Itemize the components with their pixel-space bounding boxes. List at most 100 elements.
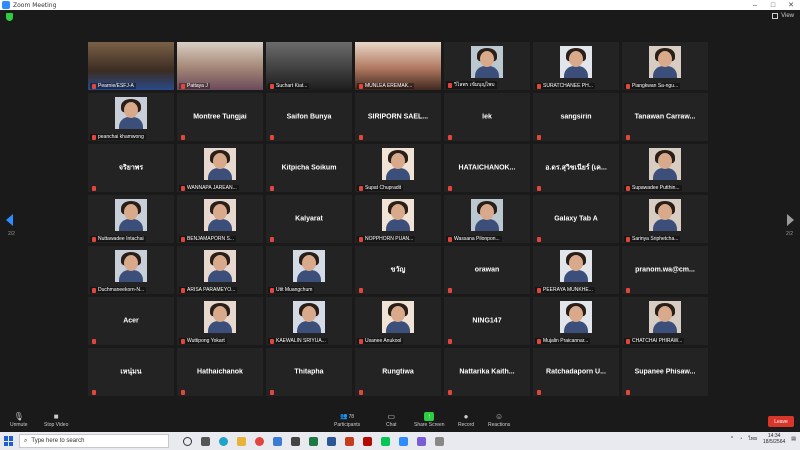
mail-icon[interactable] [273,436,282,446]
record-button[interactable]: ● Record [458,412,474,428]
participant-tile[interactable]: Thitapha [266,348,352,396]
participant-tile[interactable]: WANNAPA JAREAN... [177,144,263,192]
participant-tile[interactable]: peanchai khamwong [88,93,174,141]
participant-tile[interactable]: lek [444,93,530,141]
participant-tile[interactable]: อ.ดร.สุวิชเนียร์ (เค... [533,144,619,192]
participant-tile[interactable]: PEERAYA MUNKHE... [533,246,619,294]
participant-tile[interactable]: CHATCHAI PHIRAW... [622,297,708,345]
participant-name-label: NOPPHORN PUAN... [357,236,416,242]
participant-tile[interactable]: Tanawan Carraw... [622,93,708,141]
edge-icon[interactable] [219,436,228,446]
participant-tile[interactable]: Suchart Kiat... [266,42,352,90]
participant-tile[interactable]: KAEWALIN SRIYUA... [266,297,352,345]
participant-tile[interactable]: Rungtiwa [355,348,441,396]
participant-tile[interactable]: Sarinya Sriphetcha... [622,195,708,243]
participant-name: ARISA PARAMEYO... [187,287,236,293]
participant-tile[interactable]: NING147 [444,297,530,345]
participant-name-label: Mujalin Praicannar... [535,338,591,344]
participant-tile[interactable]: Acer [88,297,174,345]
file-explorer-icon[interactable] [237,436,246,446]
participant-name-label: CHATCHAI PHIRAW... [624,338,685,344]
notification-icon[interactable]: ▤ [791,436,796,442]
participant-tile[interactable]: วิไลพร เข้มบุญไพบ [444,42,530,90]
mic-muted-icon [626,338,630,344]
participant-tile[interactable]: MUNLEA EREMAK... [355,42,441,90]
taskbar-search-input[interactable]: ⌕ Type here to search [19,434,169,448]
task-view-icon[interactable] [183,436,192,446]
participant-tile[interactable]: จริยาพร [88,144,174,192]
participant-tile[interactable]: Mujalin Praicannar... [533,297,619,345]
participant-tile[interactable]: Piangkwan Sa-ngu... [622,42,708,90]
participant-tile[interactable]: Duchmaneekorn-N... [88,246,174,294]
participant-tile[interactable]: Supat Chupradit [355,144,441,192]
participant-tile[interactable]: Wassana Pilonpon... [444,195,530,243]
participant-tile[interactable]: Supawadee Putthin... [622,144,708,192]
participant-tile[interactable]: SIRIPORN SAEL... [355,93,441,141]
participant-tile[interactable]: Nuttawadee Intachai [88,195,174,243]
participant-tile[interactable]: Saifon Bunya [266,93,352,141]
participant-tile[interactable]: Supanee Phisaw... [622,348,708,396]
participant-tile[interactable]: Usanee Anukool [355,297,441,345]
view-button[interactable]: View [772,13,794,19]
chat-button[interactable]: ▭ Chat [386,412,397,428]
mic-muted-icon [181,338,185,344]
maximize-icon[interactable]: □ [764,0,782,10]
participant-tile[interactable]: Hathaichanok [177,348,263,396]
participant-tile[interactable]: Ratchadaporn U... [533,348,619,396]
participant-tile[interactable]: BENJAMAPORN S... [177,195,263,243]
participant-tile[interactable]: sangsirin [533,93,619,141]
participant-tile[interactable]: HATAICHANOK... [444,144,530,192]
participant-status [179,135,187,140]
powerpoint-icon[interactable] [345,436,354,446]
tray-chevron-icon[interactable]: ^ [731,436,733,442]
zoom-taskbar-icon[interactable] [399,436,408,446]
participant-tile[interactable]: SURATCHANEE PH... [533,42,619,90]
mic-muted-icon [181,287,185,293]
participant-tile[interactable]: Pearnie/ESFJ-A [88,42,174,90]
participant-tile[interactable]: Wuttipong Yokart [177,297,263,345]
prev-page-arrow-icon[interactable] [6,214,13,226]
clock[interactable]: 14:34 18/5/2564 [763,433,785,445]
photos-icon[interactable] [417,436,426,446]
stop-video-button[interactable]: ■ Stop Video [44,412,68,428]
security-shield-icon[interactable] [6,13,13,21]
mic-muted-icon [626,236,630,242]
participant-tile[interactable]: Pattaya J [177,42,263,90]
participant-tile[interactable]: pranom.wa@cm... [622,246,708,294]
next-page-arrow-icon[interactable] [787,214,794,226]
participant-tile[interactable]: เหนุ่มน [88,348,174,396]
participant-tile[interactable]: ขวัญ [355,246,441,294]
participant-tile[interactable]: Nattarika Kaith... [444,348,530,396]
participant-tile[interactable]: Montree Tungjai [177,93,263,141]
line-icon[interactable] [381,436,390,446]
profile-picture [382,301,414,333]
participant-name: Pattaya J [187,83,208,89]
participant-status [357,135,365,140]
leave-button[interactable]: Leave [768,416,794,427]
participants-button[interactable]: 👥 78 Participants [334,412,360,429]
close-icon[interactable]: ✕ [782,0,800,10]
mic-muted-icon [537,186,541,191]
widgets-icon[interactable] [201,436,210,446]
windows-start-icon[interactable] [4,436,14,446]
excel-icon[interactable] [309,436,318,446]
store-icon[interactable] [291,436,300,446]
participant-tile[interactable]: Utit Muangchum [266,246,352,294]
wifi-icon[interactable]: ◔ [739,436,742,442]
minimize-icon[interactable]: – [746,0,764,10]
unmute-button[interactable]: 🎙 Unmute [10,412,28,428]
reactions-button[interactable]: ☺ Reactions [488,412,510,428]
language-indicator[interactable]: ไทย [748,435,757,443]
profile-picture [115,199,147,231]
participant-tile[interactable]: Kitpicha Soikum [266,144,352,192]
acrobat-icon[interactable] [363,436,372,446]
participant-tile[interactable]: ARISA PARAMEYO... [177,246,263,294]
participant-tile[interactable]: orawan [444,246,530,294]
participant-tile[interactable]: Kalyarat [266,195,352,243]
word-icon[interactable] [327,436,336,446]
chrome-icon[interactable] [255,436,264,446]
participant-tile[interactable]: Galaxy Tab A [533,195,619,243]
share-screen-button[interactable]: ↑ Share Screen [414,412,445,428]
app-icon[interactable] [435,436,444,446]
participant-tile[interactable]: NOPPHORN PUAN... [355,195,441,243]
